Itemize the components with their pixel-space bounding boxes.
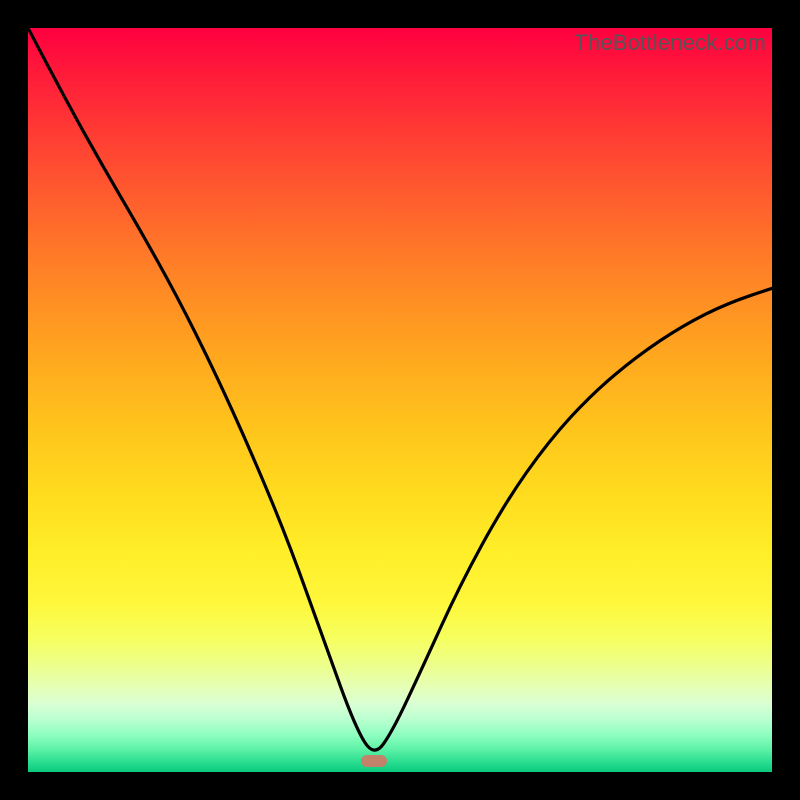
chart-frame: TheBottleneck.com — [0, 0, 800, 800]
curve-path — [28, 28, 772, 750]
plot-area — [28, 28, 772, 772]
optimum-marker — [361, 755, 387, 767]
watermark-text: TheBottleneck.com — [574, 30, 766, 56]
bottleneck-curve — [28, 28, 772, 772]
